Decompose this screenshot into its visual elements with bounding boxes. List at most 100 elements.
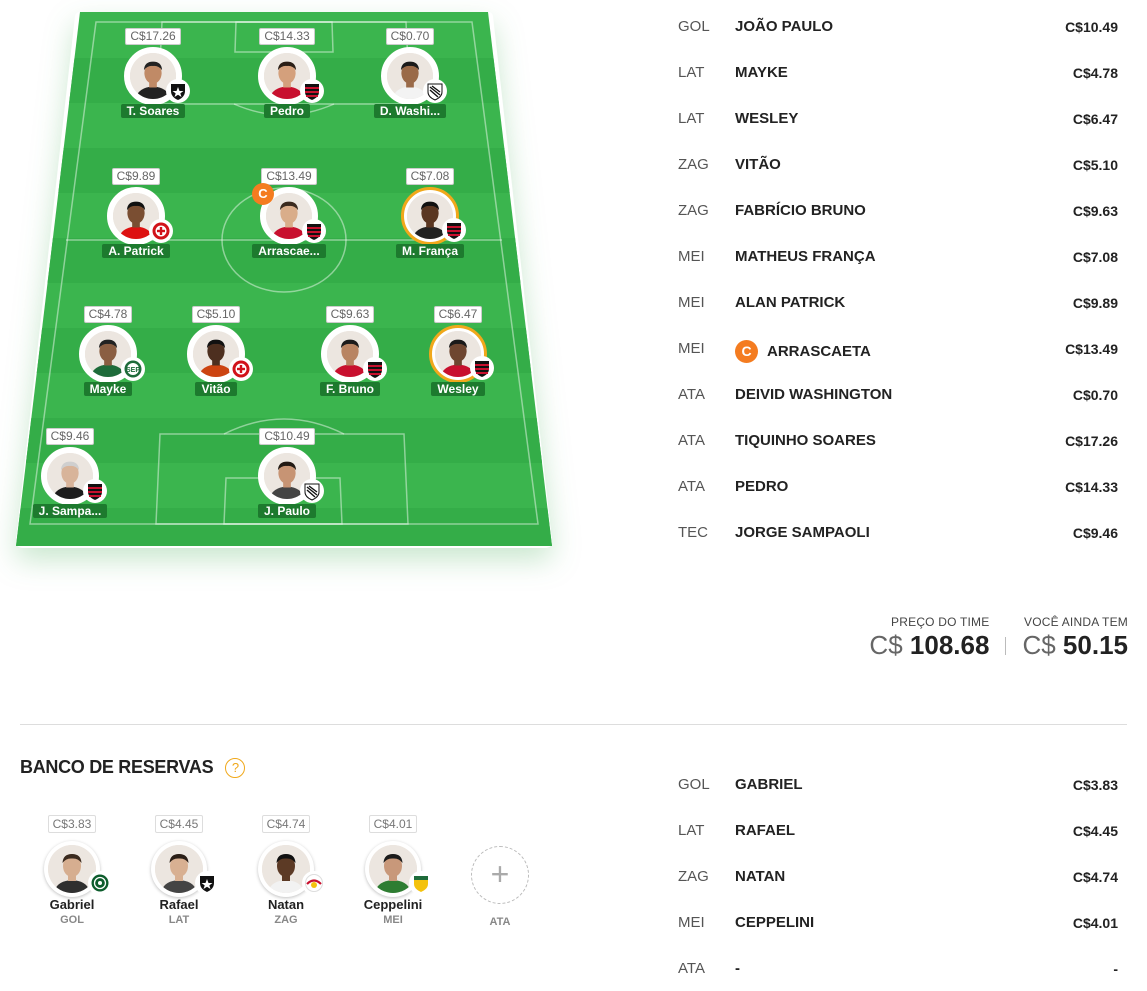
player-name-text: ARRASCAETA xyxy=(767,343,871,360)
palmeiras-crest-icon: SEP xyxy=(124,360,142,378)
player-avatar[interactable] xyxy=(41,447,107,505)
player-price: C$14.33 xyxy=(1065,479,1118,495)
list-item[interactable]: ZAG FABRÍCIO BRUNO C$9.63 xyxy=(678,194,1118,240)
field-player-card[interactable]: C$6.47 Wesley xyxy=(398,305,518,401)
team-price-label: PREÇO DO TIME xyxy=(891,615,990,629)
player-price: C$9.89 xyxy=(1072,295,1118,311)
player-avatar[interactable] xyxy=(107,187,173,245)
player-avatar[interactable] xyxy=(429,325,494,383)
field-player-card[interactable]: C$13.49 C Arrascae... xyxy=(229,167,349,263)
list-item[interactable]: ATA PEDRO C$14.33 xyxy=(678,470,1118,516)
field-player-card[interactable]: C$5.10 Vitão xyxy=(156,305,276,401)
position-label: GOL xyxy=(678,776,710,793)
player-avatar[interactable] xyxy=(381,47,447,105)
bench-player-card[interactable]: C$3.83 Gabriel GOL xyxy=(27,815,117,926)
player-name-text: MAYKE xyxy=(735,64,788,81)
player-name: RAFAEL xyxy=(735,822,795,839)
field-player-card[interactable]: C$7.08 M. França xyxy=(370,167,490,263)
player-name: JORGE SAMPAOLI xyxy=(735,524,870,541)
flamengo-crest-icon xyxy=(475,361,489,377)
player-name: FABRÍCIO BRUNO xyxy=(735,202,866,219)
player-name: GABRIEL xyxy=(735,776,803,793)
position-label: GOL xyxy=(678,18,710,35)
bench-player-avatar[interactable] xyxy=(44,841,112,897)
bench-heading: BANCO DE RESERVAS ? xyxy=(20,757,246,778)
player-name: DEIVID WASHINGTON xyxy=(735,386,892,403)
bench-player-avatar[interactable] xyxy=(258,841,326,897)
totals-divider xyxy=(1005,637,1007,655)
bench-player-position: ZAG xyxy=(274,914,298,926)
player-name: VITÃO xyxy=(735,156,781,173)
help-icon[interactable]: ? xyxy=(225,757,246,778)
field-player-card[interactable]: C$4.78 SEP Mayke xyxy=(48,305,168,401)
club-badge xyxy=(229,357,253,381)
position-label: TEC xyxy=(678,524,708,541)
player-price: C$4.45 xyxy=(1072,823,1118,839)
field-player-card[interactable]: C$9.89 A. Patrick xyxy=(76,167,196,263)
player-avatar[interactable] xyxy=(258,47,324,105)
field-player-card[interactable]: C$17.26 T. Soares xyxy=(93,27,213,123)
internacional-crest-icon xyxy=(152,222,170,240)
field-player-card[interactable]: C$9.63 F. Bruno xyxy=(290,305,410,401)
bench-player-card[interactable]: C$4.01 Ceppelini MEI xyxy=(348,815,438,926)
bench-slot-position: ATA xyxy=(489,916,511,928)
player-price: - xyxy=(1113,961,1118,977)
club-badge xyxy=(166,79,190,103)
club-badge xyxy=(195,871,219,895)
bench-player-card[interactable]: C$4.45 Rafael LAT xyxy=(134,815,224,926)
player-avatar[interactable]: SEP xyxy=(79,325,145,383)
player-avatar[interactable] xyxy=(124,47,190,105)
botafogo-crest-icon xyxy=(171,84,185,100)
player-price: C$6.47 xyxy=(1072,111,1118,127)
player-avatar[interactable] xyxy=(258,447,324,505)
remaining-budget-value: 50.15 xyxy=(1062,630,1128,660)
flamengo-crest-icon xyxy=(305,84,319,100)
list-item[interactable]: ZAG VITÃO C$5.10 xyxy=(678,148,1118,194)
player-name: - xyxy=(735,960,740,977)
club-badge xyxy=(300,479,324,503)
player-avatar[interactable] xyxy=(187,325,253,383)
list-item[interactable]: LAT WESLEY C$6.47 xyxy=(678,102,1118,148)
player-name-text: TIQUINHO SOARES xyxy=(735,432,876,449)
bench-player-avatar[interactable] xyxy=(365,841,433,897)
player-price-tag: C$5.10 xyxy=(191,306,241,323)
player-price: C$3.83 xyxy=(1072,777,1118,793)
list-item[interactable]: MEI ALAN PATRICK C$9.89 xyxy=(678,286,1118,332)
player-avatar[interactable] xyxy=(321,325,387,383)
team-price-currency: C$ xyxy=(869,630,903,660)
player-price: C$7.08 xyxy=(1072,249,1118,265)
player-price-tag: C$9.89 xyxy=(111,168,161,185)
player-name: NATAN xyxy=(735,868,785,885)
flamengo-crest-icon xyxy=(368,362,382,378)
team-price-value: 108.68 xyxy=(909,630,990,660)
list-item[interactable]: ATA DEIVID WASHINGTON C$0.70 xyxy=(678,378,1118,424)
list-item[interactable]: GOL GABRIEL C$3.83 xyxy=(678,768,1118,814)
list-item[interactable]: LAT MAYKE C$4.78 xyxy=(678,56,1118,102)
list-item[interactable]: ATA TIQUINHO SOARES C$17.26 xyxy=(678,424,1118,470)
bench-player-card[interactable]: C$4.74 Natan ZAG xyxy=(241,815,331,926)
bench-player-position: LAT xyxy=(168,914,190,926)
field-player-card[interactable]: C$10.49 J. Paulo xyxy=(227,427,347,523)
list-item[interactable]: LAT RAFAEL C$4.45 xyxy=(678,814,1118,860)
add-player-icon[interactable]: + xyxy=(471,846,529,904)
bench-empty-slot[interactable]: + ATA xyxy=(455,815,545,928)
player-avatar[interactable]: C xyxy=(252,183,326,245)
field-player-card[interactable]: C$14.33 Pedro xyxy=(227,27,347,123)
list-item[interactable]: ATA - - xyxy=(678,952,1118,991)
bench-player-position: MEI xyxy=(383,914,403,926)
bragantino-crest-icon xyxy=(305,874,323,892)
field-player-card[interactable]: C$0.70 D. Washi... xyxy=(350,27,470,123)
player-avatar[interactable] xyxy=(401,187,466,245)
list-item[interactable]: GOL JOÃO PAULO C$10.49 xyxy=(678,10,1118,56)
player-price-tag: C$17.26 xyxy=(125,28,181,45)
club-badge xyxy=(83,479,107,503)
list-item[interactable]: MEI MATHEUS FRANÇA C$7.08 xyxy=(678,240,1118,286)
bench-player-avatar[interactable] xyxy=(151,841,219,897)
field-player-card[interactable]: C$9.46 J. Sampa... xyxy=(10,427,130,523)
list-item[interactable]: MEI C ARRASCAETA C$13.49 xyxy=(678,332,1118,378)
list-item[interactable]: TEC JORGE SAMPAOLI C$9.46 xyxy=(678,516,1118,562)
list-item[interactable]: ZAG NATAN C$4.74 xyxy=(678,860,1118,906)
player-name-label: J. Paulo xyxy=(257,504,316,518)
list-item[interactable]: MEI CEPPELINI C$4.01 xyxy=(678,906,1118,952)
player-price-tag: C$7.08 xyxy=(405,168,455,185)
